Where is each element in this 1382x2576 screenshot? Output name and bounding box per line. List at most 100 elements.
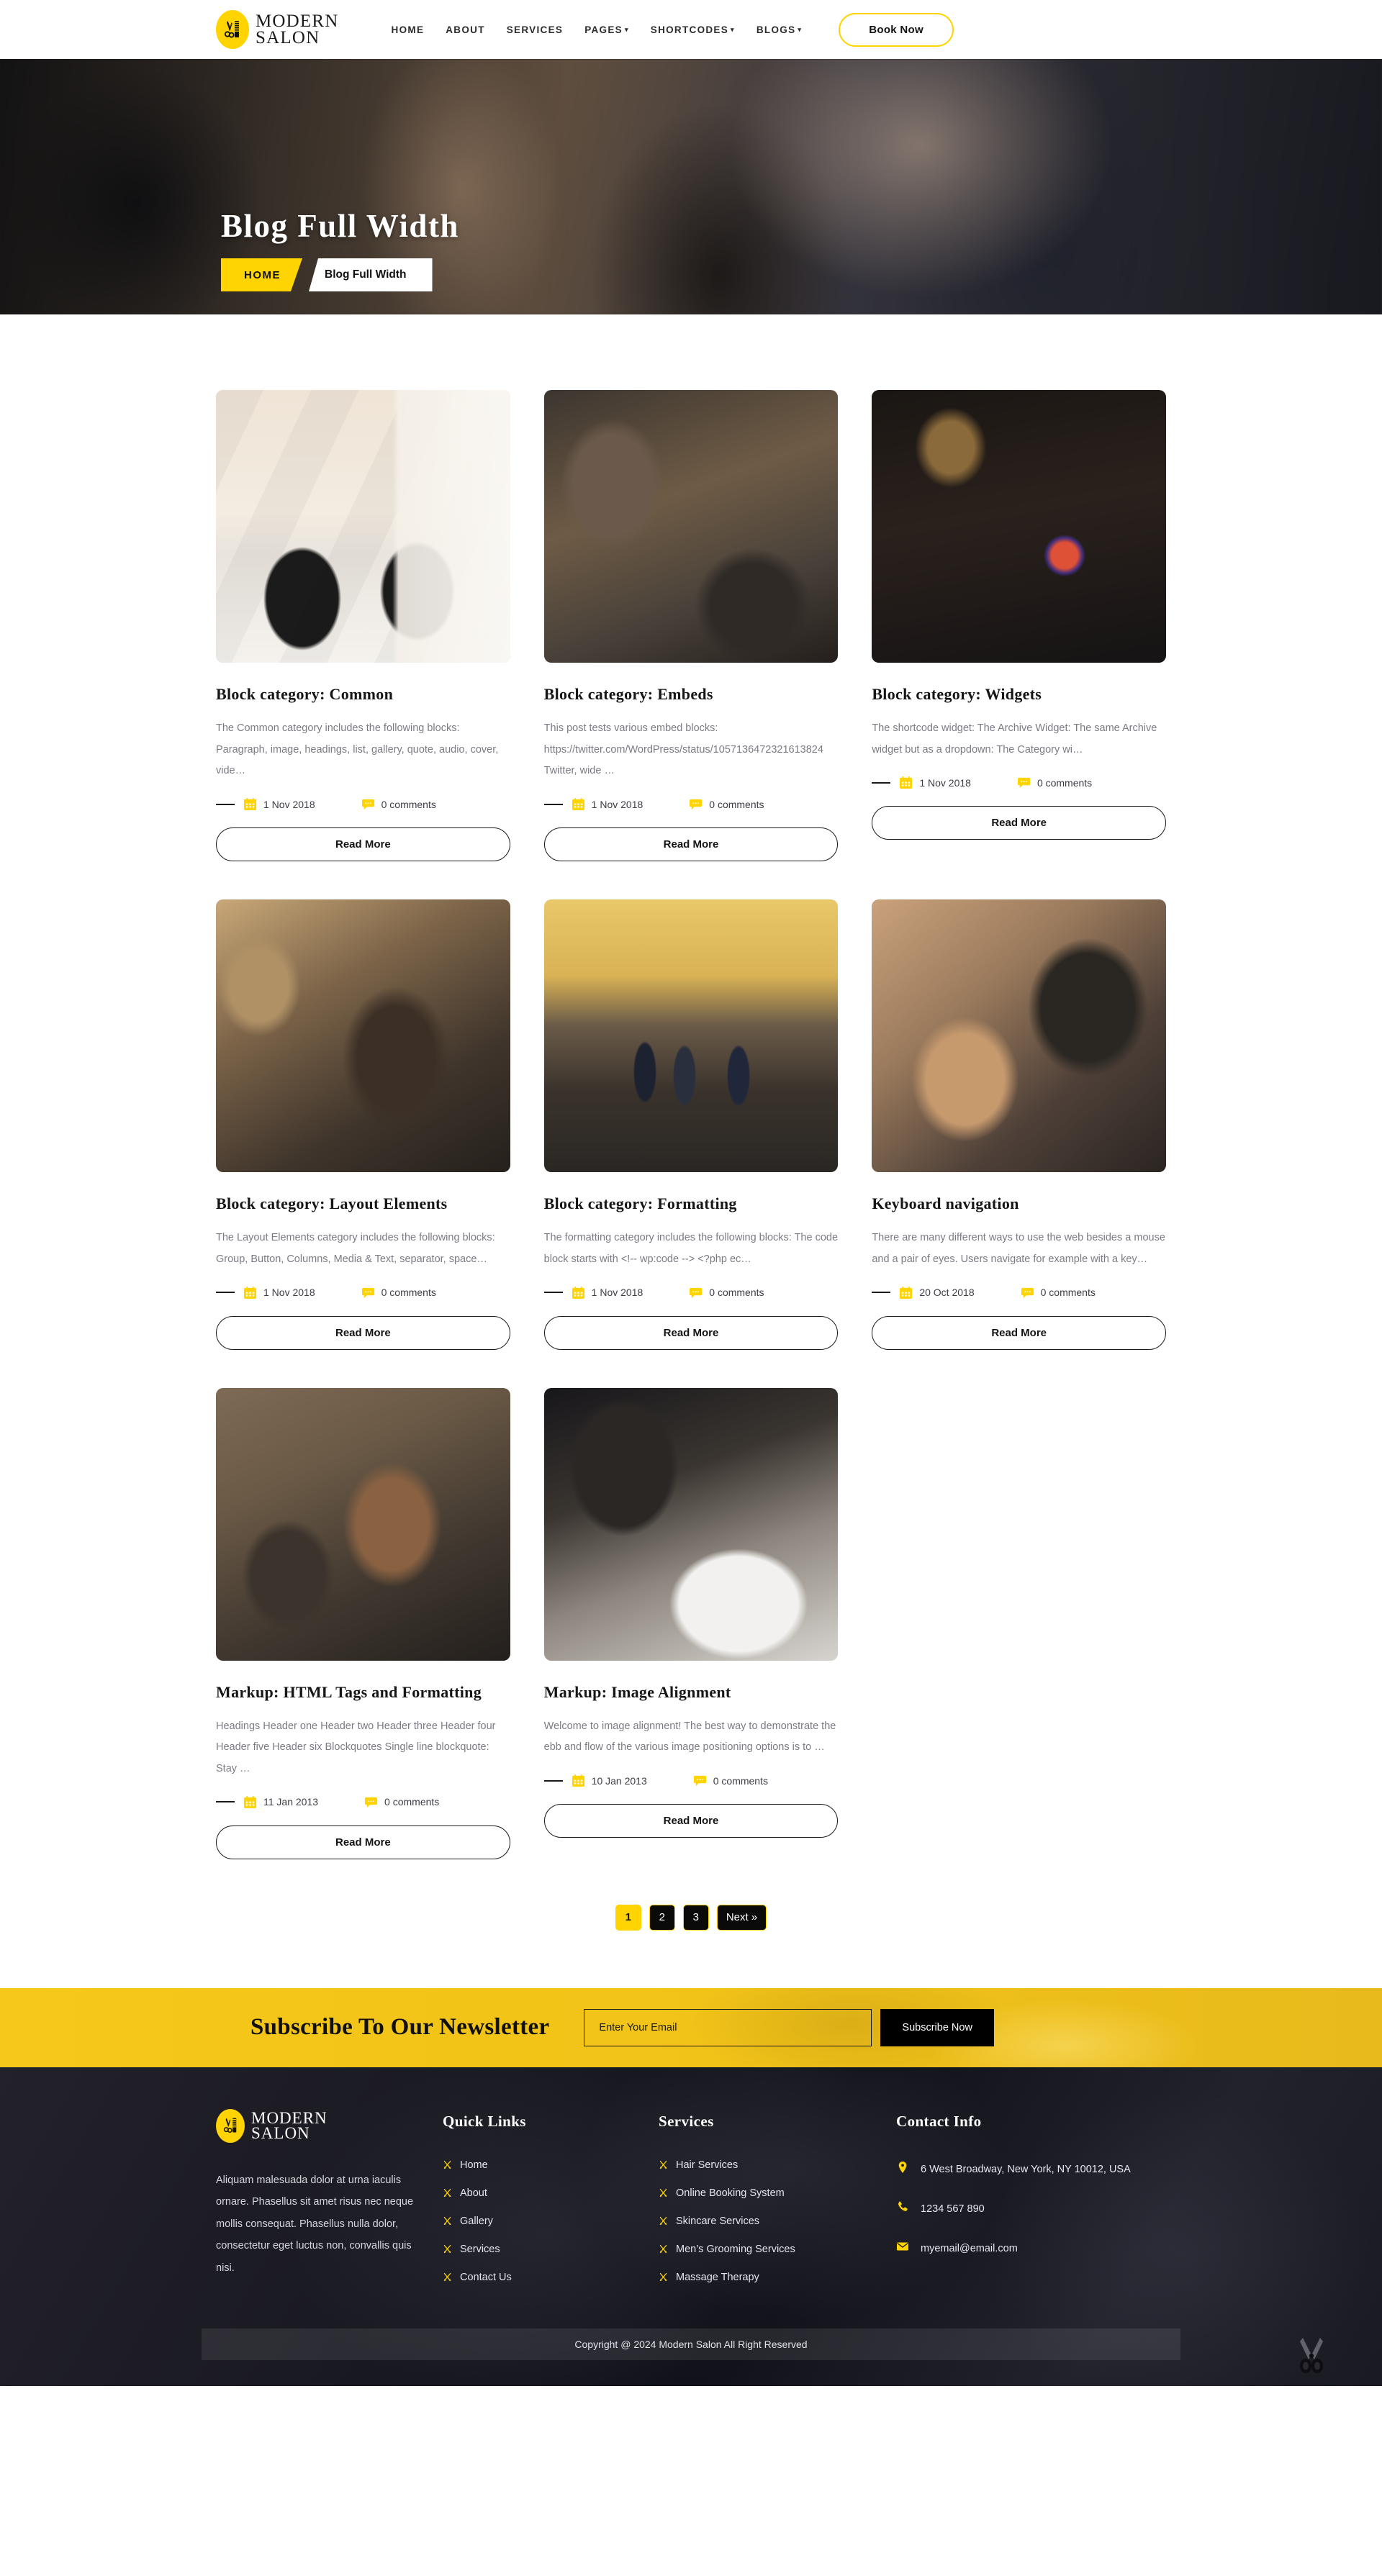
book-now-button[interactable]: Book Now — [839, 12, 954, 47]
read-more-button[interactable]: Read More — [872, 1315, 1166, 1350]
main-nav: HOME ABOUT SERVICES PAGES ▾ SHORTCODES ▾… — [381, 24, 813, 35]
post-title[interactable]: Markup: Image Alignment — [544, 1682, 839, 1702]
footer-link-label: Contact Us — [460, 2271, 512, 2283]
footer-service-massage[interactable]: Massage Therapy — [659, 2272, 896, 2283]
logo-line-1: MODERN — [256, 12, 339, 31]
scissors-icon — [443, 2161, 451, 2169]
post-title[interactable]: Block category: Formatting — [544, 1193, 839, 1214]
footer-phone-row[interactable]: 1234 567 890 — [896, 2199, 1141, 2219]
footer-email-row[interactable]: myemail@email.com — [896, 2239, 1141, 2259]
pagination-page-2[interactable]: 2 — [649, 1904, 675, 1931]
footer-service-hair[interactable]: Hair Services — [659, 2159, 896, 2171]
blog-grid-row: Block category: Common The Common catego… — [216, 390, 1166, 862]
nav-item-blogs[interactable]: BLOGS ▾ — [746, 24, 813, 35]
read-more-button[interactable]: Read More — [543, 827, 839, 862]
nav-label: SHORTCODES — [650, 24, 729, 35]
post-comments: 0 comments — [1017, 776, 1092, 789]
footer-service-mens-grooming[interactable]: Men’s Grooming Services — [659, 2244, 896, 2255]
calendar-icon — [243, 1795, 257, 1808]
post-excerpt: This post tests various embed blocks: ht… — [543, 722, 823, 777]
site-logo[interactable]: MODERN SALON — [216, 10, 339, 49]
post-title[interactable]: Block category: Widgets — [872, 684, 1166, 704]
post-title[interactable]: Block category: Common — [216, 684, 510, 704]
post-date: 10 Jan 2013 — [572, 1774, 647, 1787]
post-thumbnail[interactable] — [216, 1387, 510, 1661]
subscribe-now-button[interactable]: Subscribe Now — [880, 2008, 994, 2046]
footer-link-services[interactable]: Services — [443, 2244, 659, 2255]
post-date-text: 10 Jan 2013 — [591, 1774, 647, 1787]
post-date-text: 11 Jan 2013 — [263, 1796, 319, 1808]
footer-service-label: Online Booking System — [676, 2187, 785, 2199]
breadcrumb-home-link[interactable]: HOME — [221, 258, 302, 291]
post-comments-text: 0 comments — [1040, 1287, 1096, 1299]
footer-service-online-booking[interactable]: Online Booking System — [659, 2187, 896, 2199]
blog-card: Markup: Image Alignment Welcome to image… — [543, 1387, 839, 1838]
calendar-icon — [243, 1286, 257, 1299]
scissors-comb-icon — [216, 10, 249, 49]
post-title[interactable]: Markup: HTML Tags and Formatting — [216, 1682, 510, 1702]
footer-link-gallery[interactable]: Gallery — [443, 2216, 659, 2227]
post-title[interactable]: Block category: Embeds — [544, 684, 839, 704]
post-meta: 20 Oct 2018 0 comments — [872, 1286, 1166, 1300]
nav-item-pages[interactable]: PAGES ▾ — [574, 24, 640, 35]
post-comments-text: 0 comments — [384, 1796, 440, 1808]
newsletter-title: Subscribe To Our Newsletter — [250, 2014, 550, 2041]
post-meta: 1 Nov 2018 0 comments — [216, 797, 510, 811]
post-comments: 0 comments — [361, 797, 436, 811]
footer-service-label: Massage Therapy — [676, 2271, 759, 2283]
nav-item-home[interactable]: HOME — [381, 24, 435, 35]
footer-logo-line-1: MODERN — [251, 2108, 328, 2127]
copyright-bar: Copyright @ 2024 Modern Salon All Right … — [202, 2328, 1180, 2360]
post-excerpt: The Common category includes the followi… — [216, 722, 499, 777]
scissors-icon — [443, 2245, 451, 2254]
pagination-page-3[interactable]: 3 — [682, 1904, 709, 1931]
nav-item-shortcodes[interactable]: SHORTCODES ▾ — [640, 24, 746, 35]
post-comments-text: 0 comments — [709, 798, 764, 810]
post-thumbnail[interactable] — [543, 390, 839, 663]
email-input[interactable] — [584, 2008, 872, 2046]
footer-logo[interactable]: MODERN SALON — [216, 2108, 414, 2143]
nav-item-services[interactable]: SERVICES — [496, 24, 574, 35]
calendar-icon — [900, 776, 913, 789]
envelope-icon — [897, 2242, 908, 2251]
post-comments: 0 comments — [689, 1286, 764, 1300]
phone-icon — [898, 2201, 908, 2212]
post-date-text: 1 Nov 2018 — [919, 776, 971, 789]
calendar-icon — [243, 798, 257, 811]
footer-quick-links-column: Quick Links Home About Gallery Services — [443, 2109, 659, 2300]
site-footer: MODERN SALON Aliquam malesuada dolor at … — [0, 2067, 1382, 2386]
footer-service-skincare[interactable]: Skincare Services — [659, 2216, 896, 2227]
read-more-button[interactable]: Read More — [543, 1804, 839, 1838]
footer-link-contact-us[interactable]: Contact Us — [443, 2272, 659, 2283]
footer-link-about[interactable]: About — [443, 2187, 659, 2199]
read-more-button[interactable]: Read More — [216, 1315, 510, 1350]
post-title[interactable]: Block category: Layout Elements — [216, 1193, 510, 1214]
chevron-down-icon: ▾ — [624, 25, 629, 33]
footer-service-label: Men’s Grooming Services — [676, 2243, 795, 2255]
footer-email-text: myemail@email.com — [921, 2243, 1018, 2255]
post-thumbnail[interactable] — [543, 1387, 839, 1661]
blog-card: Block category: Formatting The formattin… — [543, 899, 839, 1350]
footer-address-text: 6 West Broadway, New York, NY 10012, USA — [921, 2163, 1131, 2175]
footer-link-home[interactable]: Home — [443, 2159, 659, 2171]
footer-link-label: Gallery — [460, 2215, 493, 2227]
blog-card: Block category: Widgets The shortcode wi… — [872, 390, 1166, 840]
pagination-page-1[interactable]: 1 — [615, 1904, 641, 1931]
chevron-down-icon: ▾ — [798, 25, 803, 33]
post-meta: 10 Jan 2013 0 comments — [543, 1774, 839, 1787]
post-thumbnail[interactable] — [216, 390, 510, 663]
pagination-next[interactable]: Next » — [716, 1904, 767, 1931]
read-more-button[interactable]: Read More — [216, 1825, 510, 1859]
post-comments: 0 comments — [361, 1286, 436, 1300]
post-thumbnail[interactable] — [872, 899, 1166, 1173]
post-title[interactable]: Keyboard navigation — [872, 1193, 1166, 1214]
footer-phone-text: 1234 567 890 — [921, 2203, 985, 2216]
nav-item-about[interactable]: ABOUT — [435, 24, 496, 35]
read-more-button[interactable]: Read More — [216, 827, 510, 862]
post-thumbnail[interactable] — [872, 390, 1166, 663]
post-thumbnail[interactable] — [543, 899, 839, 1173]
post-thumbnail[interactable] — [216, 899, 510, 1173]
comment-icon — [364, 1797, 378, 1808]
read-more-button[interactable]: Read More — [872, 806, 1166, 840]
read-more-button[interactable]: Read More — [543, 1315, 839, 1350]
